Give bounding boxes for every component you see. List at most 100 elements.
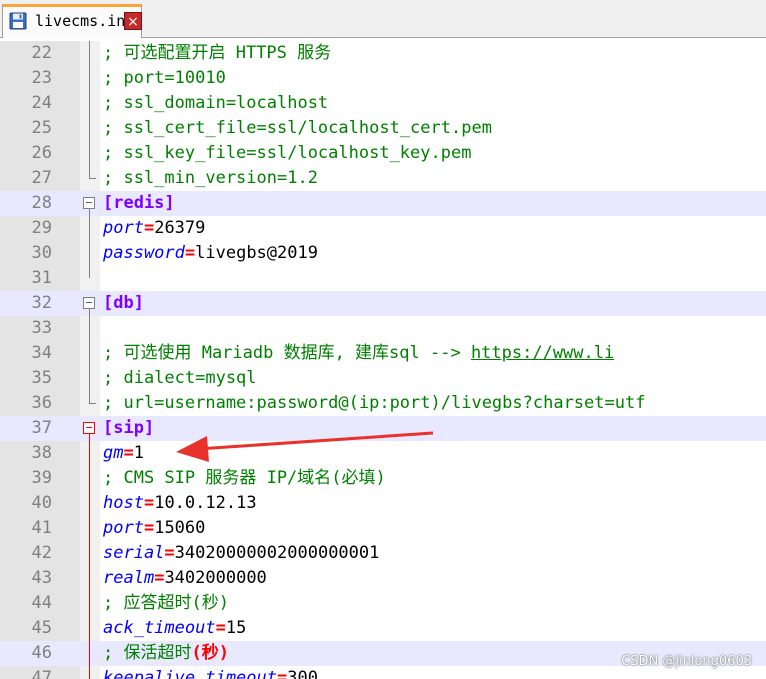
- token-comment: ; 保活超时: [103, 643, 192, 663]
- token-key: port: [103, 518, 144, 538]
- code-line[interactable]: 23 ; port=10010: [0, 66, 766, 91]
- code-line[interactable]: 43 realm=3402000000: [0, 566, 766, 591]
- code-line[interactable]: 39 ; CMS SIP 服务器 IP/域名(必填): [0, 466, 766, 491]
- token-key: port: [103, 218, 144, 238]
- token-comment: ; ssl_key_file=ssl/localhost_key.pem: [103, 143, 472, 163]
- code-line[interactable]: 32 [db]: [0, 291, 766, 316]
- line-text: ; 可选使用 Mariadb 数据库, 建库sql --> https://ww…: [103, 341, 614, 366]
- code-line[interactable]: 42 serial=34020000002000000001: [0, 541, 766, 566]
- line-text: ; ssl_min_version=1.2: [103, 166, 318, 191]
- token-val: 15: [225, 618, 247, 638]
- line-number: 32: [31, 293, 52, 313]
- code-line[interactable]: 36 ; url=username:password@(ip:port)/live…: [0, 391, 766, 416]
- token-url[interactable]: https://www.li: [471, 343, 614, 363]
- token-val: 300: [287, 668, 318, 679]
- token-comment: ; port=10010: [103, 68, 226, 88]
- code-line[interactable]: 27 ; ssl_min_version=1.2: [0, 166, 766, 191]
- line-number: 37: [31, 418, 52, 438]
- line-text: ; 可选配置开启 HTTPS 服务: [103, 41, 331, 66]
- token-val: 1: [133, 443, 144, 463]
- fold-toggle-sip[interactable]: [83, 422, 95, 434]
- line-text: [redis]: [103, 191, 175, 216]
- fold-end: [89, 403, 96, 404]
- line-text: port=15060: [103, 516, 205, 541]
- token-comment: ; ssl_min_version=1.2: [103, 168, 318, 188]
- line-number: 44: [31, 593, 52, 613]
- token-comment: ; dialect=mysql: [103, 368, 257, 388]
- code-line[interactable]: 31: [0, 266, 766, 291]
- code-editor[interactable]: 22 ; 可选配置开启 HTTPS 服务 23 ; port=10010 24 ; ssl…: [0, 41, 766, 679]
- file-tab[interactable]: livecms.ini ×: [2, 4, 142, 38]
- line-number: 45: [31, 618, 52, 638]
- line-text: port=26379: [103, 216, 205, 241]
- code-line[interactable]: 24 ; ssl_domain=localhost: [0, 91, 766, 116]
- line-number: 42: [31, 543, 52, 563]
- line-text: ; url=username:password@(ip:port)/livegb…: [103, 391, 645, 416]
- line-text: serial=34020000002000000001: [103, 541, 379, 566]
- close-icon[interactable]: ×: [124, 12, 142, 30]
- line-number: 29: [31, 218, 52, 238]
- line-text: ; ssl_domain=localhost: [103, 91, 328, 116]
- floppy-disk-icon: [9, 12, 27, 30]
- token-val: livegbs@2019: [195, 243, 318, 263]
- line-text: keepalive_timeout=300: [103, 666, 318, 679]
- line-text: [sip]: [103, 416, 154, 441]
- line-number: 27: [31, 168, 52, 188]
- watermark: CSDN @jinlong0603: [621, 654, 752, 669]
- token-eq: =: [143, 218, 155, 238]
- line-text: ; CMS SIP 服务器 IP/域名(必填): [103, 466, 386, 491]
- token-val: 10.0.12.13: [154, 493, 257, 513]
- fold-line: [89, 309, 90, 403]
- token-key: ack_timeout: [103, 618, 216, 638]
- token-section: [sip]: [103, 418, 155, 438]
- token-key: serial: [103, 543, 165, 563]
- token-val: 26379: [154, 218, 206, 238]
- token-eq: =: [215, 618, 226, 638]
- code-line[interactable]: 35 ; dialect=mysql: [0, 366, 766, 391]
- line-text: password=livegbs@2019: [103, 241, 318, 266]
- code-line[interactable]: 40 host=10.0.12.13: [0, 491, 766, 516]
- line-number: 25: [31, 118, 52, 138]
- line-number: 33: [31, 318, 52, 338]
- token-val: 3402000000: [164, 568, 267, 588]
- code-line[interactable]: 37 [sip]: [0, 416, 766, 441]
- code-line[interactable]: 28 [redis]: [0, 191, 766, 216]
- code-line[interactable]: 33: [0, 316, 766, 341]
- line-number: 34: [31, 343, 52, 363]
- token-comment: ; url=username:password@(ip:port)/livegb…: [103, 393, 646, 413]
- code-line[interactable]: 34 ; 可选使用 Mariadb 数据库, 建库sql --> https://…: [0, 341, 766, 366]
- line-text: [db]: [103, 291, 144, 316]
- line-number: 39: [31, 468, 52, 488]
- line-number: 31: [31, 268, 52, 288]
- tab-filename: livecms.ini: [35, 12, 135, 30]
- code-line[interactable]: 38 gm=1: [0, 441, 766, 466]
- code-line[interactable]: 30 password=livegbs@2019: [0, 241, 766, 266]
- line-number: 38: [31, 443, 52, 463]
- token-eq: =: [154, 568, 165, 588]
- line-text: ; port=10010: [103, 66, 226, 91]
- code-line[interactable]: 26 ; ssl_key_file=ssl/localhost_key.pem: [0, 141, 766, 166]
- token-eq: =: [164, 543, 175, 563]
- line-text: host=10.0.12.13: [103, 491, 257, 516]
- line-text: ; dialect=mysql: [103, 366, 257, 391]
- line-text: ack_timeout=15: [103, 616, 246, 641]
- fold-toggle-db[interactable]: [83, 297, 95, 309]
- line-number: 35: [31, 368, 52, 388]
- line-text: ; ssl_key_file=ssl/localhost_key.pem: [103, 141, 471, 166]
- line-number: 41: [31, 518, 52, 538]
- fold-toggle-redis[interactable]: [83, 197, 95, 209]
- code-line[interactable]: 22 ; 可选配置开启 HTTPS 服务: [0, 41, 766, 66]
- code-line[interactable]: 25 ; ssl_cert_file=ssl/localhost_cert.pem: [0, 116, 766, 141]
- line-number: 46: [31, 643, 52, 663]
- code-line[interactable]: 29 port=26379: [0, 216, 766, 241]
- code-line[interactable]: 44 ; 应答超时(秒): [0, 591, 766, 616]
- line-text: ; 保活超时(秒): [103, 641, 229, 666]
- code-line[interactable]: 41 port=15060: [0, 516, 766, 541]
- token-key: gm: [103, 443, 124, 463]
- line-text: ; 应答超时(秒): [103, 591, 229, 616]
- token-comment: ; 可选配置开启 HTTPS 服务: [103, 43, 332, 63]
- token-key: realm: [103, 568, 155, 588]
- token-comment: ; CMS SIP 服务器 IP/域名(必填): [103, 468, 386, 488]
- token-eq: (秒): [191, 643, 229, 663]
- code-line[interactable]: 45 ack_timeout=15: [0, 616, 766, 641]
